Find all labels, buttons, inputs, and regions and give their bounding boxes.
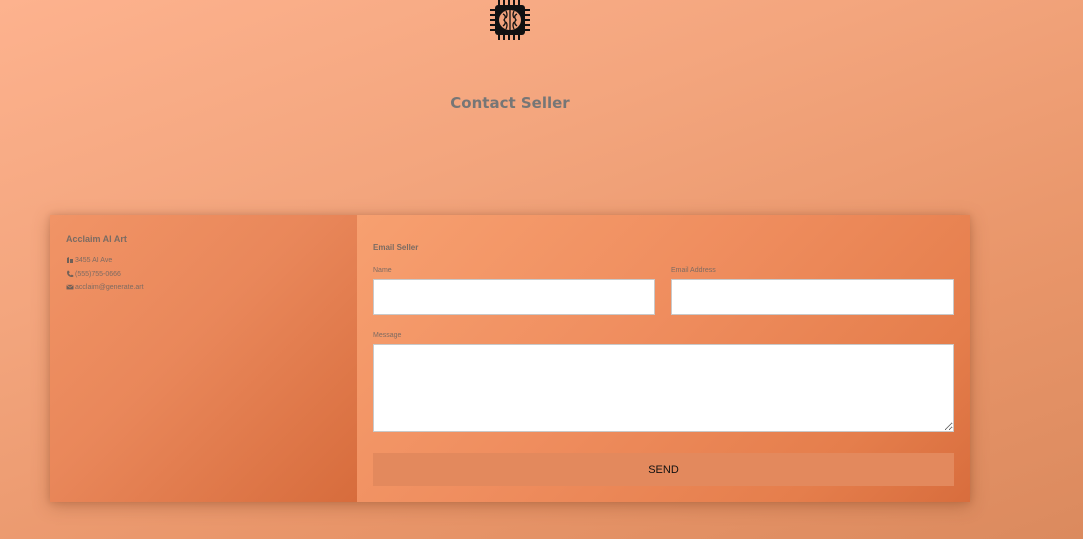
page-title: Contact Seller bbox=[450, 94, 570, 112]
email-input[interactable] bbox=[671, 279, 954, 315]
envelope-icon bbox=[66, 283, 74, 291]
send-button[interactable]: SEND bbox=[373, 453, 954, 486]
name-label: Name bbox=[373, 267, 392, 274]
seller-address-text: 3455 AI Ave bbox=[75, 256, 113, 264]
seller-email: acclaim@generate.art bbox=[66, 283, 144, 291]
phone-icon bbox=[66, 270, 74, 278]
name-input[interactable] bbox=[373, 279, 655, 315]
email-label: Email Address bbox=[671, 267, 716, 274]
seller-email-text: acclaim@generate.art bbox=[75, 283, 144, 291]
message-label: Message bbox=[373, 332, 402, 339]
seller-address: 3455 AI Ave bbox=[66, 256, 112, 264]
brain-chip-logo-icon[interactable] bbox=[489, 0, 531, 40]
seller-phone-text: (555)755-0666 bbox=[75, 270, 121, 278]
seller-info-panel: Acclaim AI Art 3455 AI Ave (555)755-0666… bbox=[50, 215, 357, 502]
form-title: Email Seller bbox=[373, 243, 419, 252]
contact-card: Acclaim AI Art 3455 AI Ave (555)755-0666… bbox=[50, 215, 970, 502]
email-form-panel: Email Seller Name Email Address Message … bbox=[357, 215, 970, 502]
seller-phone: (555)755-0666 bbox=[66, 270, 121, 278]
message-textarea[interactable] bbox=[373, 344, 954, 432]
building-icon bbox=[66, 256, 74, 264]
seller-name: Acclaim AI Art bbox=[66, 234, 127, 244]
